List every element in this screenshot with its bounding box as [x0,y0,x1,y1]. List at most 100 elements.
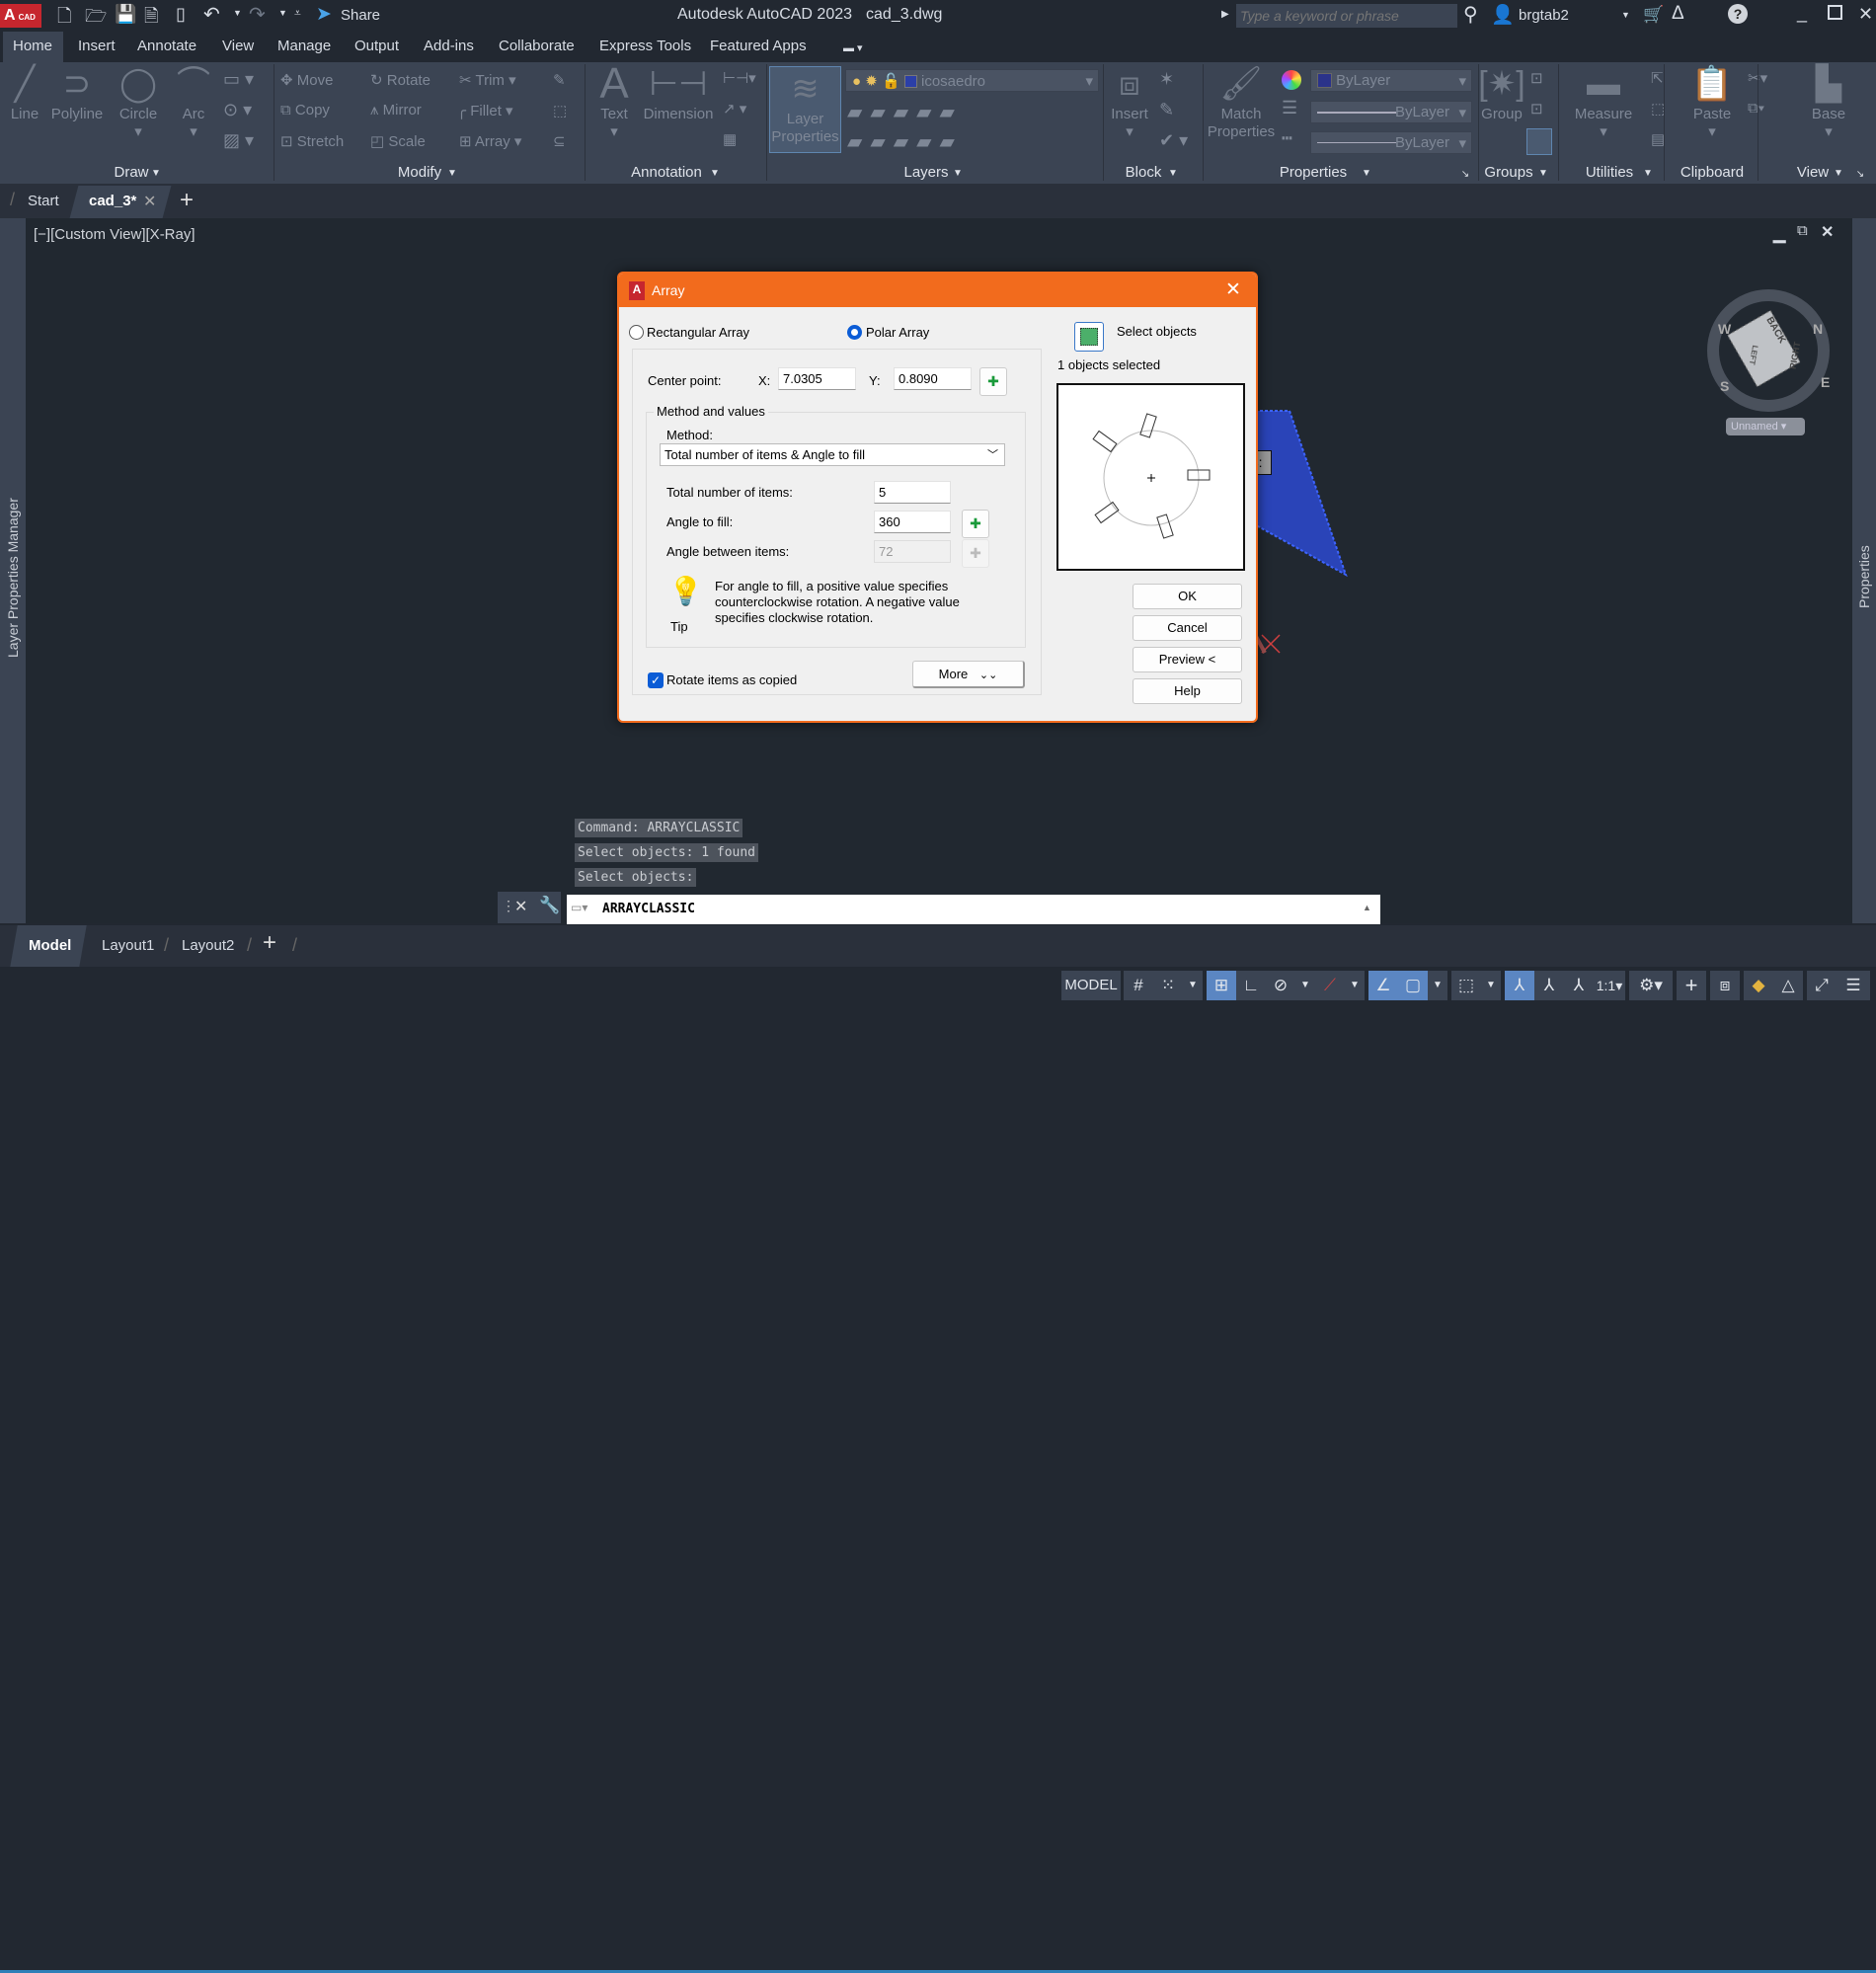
copy-tool[interactable]: ⧉ Copy [280,102,330,118]
lineweight-icon[interactable]: ☰ [1282,98,1297,118]
chevron-down-icon[interactable]: ▼ [1362,168,1371,179]
layer-dropdown[interactable]: ● ✹ 🔓 icosaedro ▾ [845,69,1099,92]
customization-menu-icon[interactable]: ☰ [1837,971,1870,1000]
pick-center-point-button[interactable]: ✚ [979,367,1007,396]
3d-snap-icon[interactable]: ⬚ [1451,971,1481,1000]
user-dropdown-icon[interactable]: ▼ [1621,10,1630,20]
object-snap-tracking-icon[interactable]: ∠ [1368,971,1398,1000]
chevron-down-icon[interactable]: ▼ [151,168,161,179]
hatch-icon[interactable]: ⊙ ▾ [223,100,252,120]
dynamic-input-icon[interactable]: ⊞ [1207,971,1236,1000]
mirror-tool[interactable]: ⩚ Mirror [370,102,422,118]
object-snap-icon[interactable]: ▢ [1398,971,1428,1000]
method-select[interactable]: Total number of items & Angle to fill ﹀ [660,443,1005,466]
linear-dim-icon[interactable]: ⊢⊣▾ [723,69,756,87]
tab-express-tools[interactable]: Express Tools [599,38,691,54]
tab-featured-apps[interactable]: Featured Apps [710,38,807,54]
scale-tool[interactable]: ◰ Scale [370,132,426,150]
isolate-objects-icon[interactable]: ⧈ [1710,971,1740,1000]
panel-draw[interactable]: Draw [114,164,148,181]
panel-launcher-icon[interactable]: ↘ [1461,169,1469,180]
command-history-toggle-icon[interactable]: ▲ [1363,903,1371,912]
tab-collaborate[interactable]: Collaborate [499,38,575,54]
gradient-icon[interactable]: ▨ ▾ [223,130,254,151]
open-folder-icon[interactable]: 🗁 [85,4,107,34]
layer-properties-palette-bar[interactable]: Layer Properties Manager [0,218,26,923]
panel-groups[interactable]: Groups [1484,164,1532,181]
new-tab-icon[interactable]: + [180,187,194,214]
text-tool[interactable]: A Text ▾ [599,62,628,141]
properties-palette-label[interactable]: Properties [1856,545,1872,608]
properties-palette-bar[interactable]: Properties [1852,218,1876,923]
layer-properties-manager-label[interactable]: Layer Properties Manager [5,498,21,658]
annotation-scale-icon[interactable]: ⅄ [1564,971,1594,1000]
polyline-tool[interactable]: ⊃ Polyline [51,62,104,123]
panel-modify[interactable]: Modify [398,164,441,181]
preview-button[interactable]: Preview < [1133,647,1242,672]
fullscreen-icon[interactable]: ⤢ [1807,971,1837,1000]
new-file-icon[interactable]: 🗋 [57,4,71,34]
explode-icon[interactable]: ⬚ [553,102,567,119]
annotation-monitor-icon[interactable]: + [1677,971,1706,1000]
dimension-tool[interactable]: ⊢⊣ Dimension [644,62,714,123]
save-icon[interactable]: 💾 [115,4,136,25]
tab-annotate[interactable]: Annotate [137,38,196,54]
fillet-tool[interactable]: ╭ Fillet ▾ [457,102,513,119]
tab-insert[interactable]: Insert [78,38,116,54]
tab-output[interactable]: Output [354,38,399,54]
select-objects-button[interactable] [1074,322,1104,352]
color-dropdown[interactable]: ByLayer ▾ [1310,69,1472,92]
rotate-items-checkbox[interactable]: ✓ [648,672,664,688]
command-grip-icon[interactable]: ⋮ [502,898,515,914]
panel-clipboard[interactable]: Clipboard [1681,164,1744,181]
tab-model[interactable]: Model [29,937,71,954]
tab-start[interactable]: Start [28,193,59,209]
total-items-input[interactable]: 5 [874,481,951,504]
ok-button[interactable]: OK [1133,584,1242,609]
erase-icon[interactable]: ✎ [553,71,566,89]
workspace-gear-icon[interactable]: ⚙▾ [1629,971,1673,1000]
command-input[interactable]: ▭▾ ARRAYCLASSIC ▲ [567,895,1380,924]
panel-block[interactable]: Block [1126,164,1162,181]
layer-properties-button[interactable]: ≋ Layer Properties [769,66,841,153]
tab-manage[interactable]: Manage [277,38,331,54]
command-prompt-icon[interactable]: ▭▾ [571,901,587,914]
search-icon[interactable]: ⚲ [1463,2,1478,27]
layer-tools-row2-icons[interactable]: ▰▰▰▰▰ [847,129,963,154]
chevron-down-icon[interactable]: ▼ [953,168,963,179]
publish-icon[interactable]: ▯ [176,4,186,25]
new-layout-icon[interactable]: + [263,929,276,957]
center-y-input[interactable]: 0.8090 [894,367,972,390]
ortho-icon[interactable]: ∟ [1236,971,1266,1000]
group-tool[interactable]: [✷] Group [1478,62,1524,123]
arc-tool[interactable]: ⌒ Arc ▾ [177,62,210,141]
customize-qat-icon[interactable]: ⩡ [294,6,301,21]
panel-annotation[interactable]: Annotation [631,164,702,181]
help-button[interactable]: Help [1133,678,1242,704]
dialog-close-icon[interactable]: ✕ [1225,278,1241,301]
polar-array-radio[interactable] [847,325,862,340]
edit-block-icon[interactable]: ✎ [1159,100,1174,120]
trim-tool[interactable]: ✂ Trim ▾ [459,71,516,89]
angle-to-fill-input[interactable]: 360 [874,511,951,533]
polar-dropdown-icon[interactable]: ▼ [1295,971,1315,1000]
color-wheel-icon[interactable] [1282,70,1301,90]
maximize-icon[interactable] [1828,5,1842,20]
cart-icon[interactable]: 🛒 [1643,5,1664,25]
rectangular-array-radio[interactable] [629,325,644,340]
quick-select-icon[interactable]: ⇱ [1651,69,1664,87]
line-tool[interactable]: ╱ Line [11,62,39,123]
rectangular-array-label[interactable]: Rectangular Array [647,325,749,340]
tab-layout1[interactable]: Layout1 [102,937,154,954]
panel-layers[interactable]: Layers [903,164,948,181]
share-button[interactable]: Share [341,7,380,24]
cancel-button[interactable]: Cancel [1133,615,1242,641]
minimize-icon[interactable]: _ [1797,3,1807,24]
chevron-down-icon[interactable]: ▼ [1834,168,1843,179]
group-edit-icon[interactable]: ⊡ [1530,100,1543,118]
tab-view[interactable]: View [222,38,254,54]
more-button[interactable]: More ⌄⌄ [912,661,1025,688]
block-attribute-icon[interactable]: ✔ ▾ [1159,130,1188,151]
rotate-tool[interactable]: ↻ Rotate [370,71,430,89]
stretch-tool[interactable]: ⊡ Stretch [280,132,344,150]
